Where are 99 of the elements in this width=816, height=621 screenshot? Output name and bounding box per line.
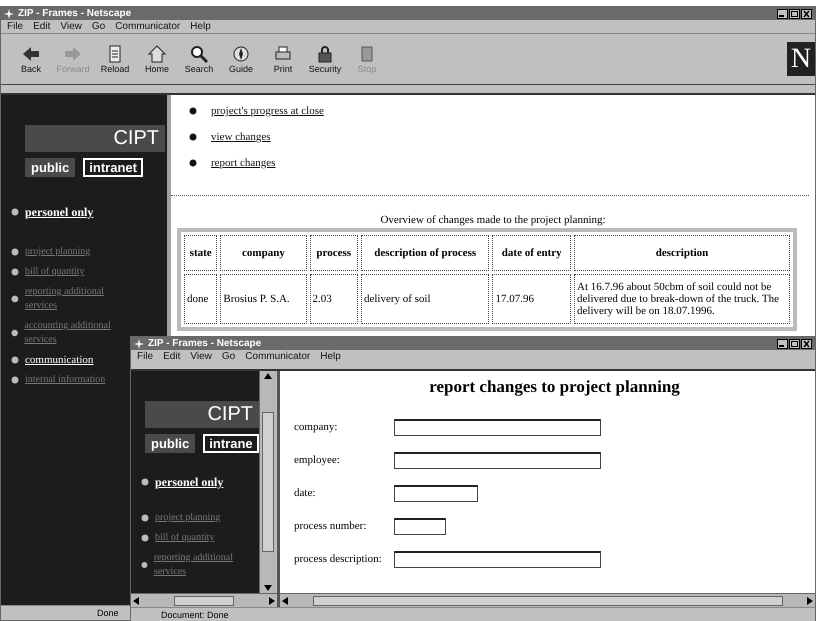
brand-logo: N <box>787 42 815 76</box>
status-text: Done <box>97 608 119 618</box>
page-link[interactable]: view changes <box>211 131 271 143</box>
page-link[interactable]: report changes <box>211 157 276 169</box>
left-arrow-icon <box>131 596 141 606</box>
bullet-icon <box>11 248 19 256</box>
nav-tab[interactable]: public <box>145 434 196 453</box>
input-field[interactable] <box>394 452 601 469</box>
toolbar-button[interactable]: Print <box>263 44 303 74</box>
bullet-icon <box>189 159 197 167</box>
nav-tab[interactable]: intranet <box>83 158 143 177</box>
column-header: state <box>184 235 218 271</box>
bullet-icon <box>11 376 19 384</box>
scrollbar[interactable] <box>131 593 277 607</box>
window-title: ZIP - Frames - Netscape <box>18 8 132 19</box>
menu-item[interactable]: Communicator <box>245 351 310 362</box>
right-arrow-icon <box>267 596 277 606</box>
column-header: description <box>574 235 790 271</box>
bullet-icon <box>189 107 197 115</box>
bullet-icon <box>141 514 149 522</box>
field-label: company: <box>294 421 338 434</box>
left-arrow-icon <box>280 596 290 606</box>
form-title: report changes to project planning <box>428 377 681 397</box>
bullet-icon <box>141 478 149 486</box>
page-link[interactable]: project's progress at close <box>211 105 324 117</box>
scrollbar[interactable] <box>259 371 276 593</box>
input-field[interactable] <box>394 419 601 436</box>
toolbar-button[interactable]: Back <box>11 44 51 74</box>
column-header: company <box>220 235 307 271</box>
nav-tab[interactable]: public <box>25 158 76 177</box>
toolbar-button[interactable]: Reload <box>95 44 135 74</box>
sidebar-link[interactable]: personel only <box>25 205 94 219</box>
bullet-icon <box>11 268 19 276</box>
scroll-thumb[interactable] <box>312 596 782 606</box>
menu-item[interactable]: File <box>137 351 154 362</box>
table-cell: 2.03 <box>310 274 358 324</box>
minimize-icon <box>777 8 788 18</box>
maximize-icon <box>789 8 800 18</box>
toolbar-button[interactable]: Home <box>137 44 177 74</box>
bullet-icon <box>189 133 197 141</box>
menu-item[interactable]: Edit <box>33 21 50 32</box>
menu-item[interactable]: File <box>7 21 24 32</box>
bullet-icon <box>11 356 19 364</box>
input-field[interactable] <box>394 485 478 502</box>
column-header: description of process <box>360 235 490 271</box>
table-cell: 17.07.96 <box>492 274 571 324</box>
input-field[interactable] <box>394 551 601 568</box>
arrow-right-icon <box>63 44 83 64</box>
compass-icon <box>231 44 251 64</box>
bullet-icon <box>141 534 149 542</box>
window-title: ZIP - Frames - Netscape <box>148 338 262 349</box>
bullet-icon <box>11 208 19 216</box>
maximize-icon <box>789 338 800 348</box>
table-cell: done <box>184 274 218 324</box>
arrow-left-icon <box>21 44 41 64</box>
bullet-icon <box>11 295 19 303</box>
site-logo: CIPT <box>25 125 165 152</box>
close-icon <box>801 338 812 348</box>
app-icon <box>4 8 14 18</box>
menu-item[interactable]: View <box>190 351 212 362</box>
status-text: Document: Done <box>161 610 229 620</box>
bullet-icon <box>11 329 18 337</box>
table-cell: delivery of soil <box>360 274 490 324</box>
toolbar-button[interactable]: Guide <box>221 44 261 74</box>
table-cell: At 16.7.96 about 50cbm of soil could not be delivered due to break-down of the truck. The delivery will be on 18.07.1996. <box>574 274 790 324</box>
menu-item[interactable]: Edit <box>163 351 180 362</box>
close-icon <box>801 8 812 18</box>
app-icon <box>134 338 144 348</box>
sidebar-link[interactable]: communication <box>25 353 94 367</box>
menu-item[interactable]: View <box>60 21 82 32</box>
menu-item[interactable]: Go <box>92 21 106 32</box>
menu-item[interactable]: Help <box>320 351 341 362</box>
nav-tab[interactable]: intrane <box>203 434 259 453</box>
menu-item[interactable]: Communicator <box>115 21 180 32</box>
menu-item[interactable]: Help <box>190 21 211 32</box>
down-arrow-icon <box>263 583 273 593</box>
table-cell: Brosius P. S.A. <box>220 274 307 324</box>
scroll-thumb[interactable] <box>174 596 234 606</box>
toolbar-button[interactable]: Security <box>305 44 345 74</box>
field-label: employee: <box>294 454 341 467</box>
table-caption: Overview of changes made to the project planning: <box>379 214 607 226</box>
menu-item[interactable]: Go <box>222 351 236 362</box>
bullet-icon <box>141 561 148 569</box>
site-logo: CIPT <box>145 401 259 428</box>
right-arrow-icon <box>805 596 815 606</box>
column-header: date of entry <box>492 235 571 271</box>
up-arrow-icon <box>263 371 273 381</box>
column-header: process <box>310 235 358 271</box>
field-label: date: <box>294 487 316 500</box>
scrollbar[interactable] <box>280 593 815 607</box>
scroll-thumb[interactable] <box>262 412 274 552</box>
toolbar-button[interactable]: Search <box>179 44 219 74</box>
sidebar-link[interactable]: personel only <box>155 475 224 489</box>
minimize-icon <box>777 338 788 348</box>
field-label: process description: <box>294 553 383 566</box>
magnifier-icon <box>189 44 209 64</box>
input-field[interactable] <box>394 518 446 535</box>
field-label: process number: <box>294 520 368 533</box>
house-icon <box>147 44 167 64</box>
